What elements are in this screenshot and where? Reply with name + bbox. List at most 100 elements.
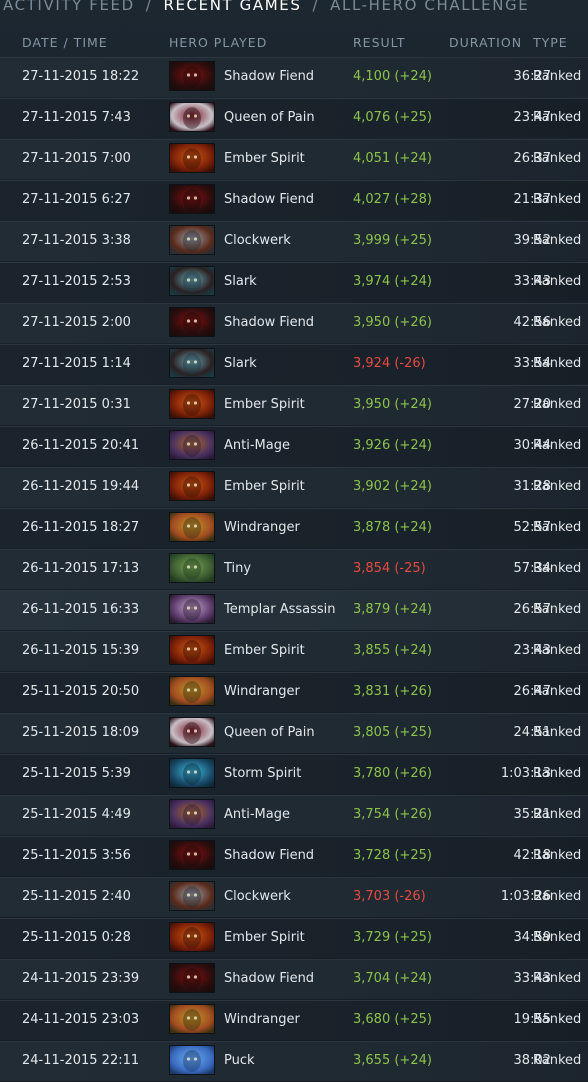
hero-name: Queen of Pain: [224, 725, 315, 740]
hero-name: Ember Spirit: [224, 397, 305, 412]
table-row[interactable]: 26-11-2015 16:33 Templar Assassin 3,879 (+…: [0, 590, 588, 630]
match-type: Ranked: [533, 848, 582, 863]
match-type: Ranked: [533, 151, 582, 166]
table-row[interactable]: 27-11-2015 0:31 Ember Spirit 3,950 (+24) 27…: [0, 385, 588, 425]
match-type: Ranked: [533, 274, 582, 289]
table-row[interactable]: 24-11-2015 23:39 Shadow Fiend 3,704 (+24) 3…: [0, 959, 588, 999]
match-date: 25-11-2015 5:39: [22, 766, 131, 781]
hero-name: Ember Spirit: [224, 151, 305, 166]
match-result: 3,704 (+24): [353, 971, 432, 986]
storm-spirit-portrait: [169, 758, 215, 788]
match-date: 24-11-2015 23:39: [22, 971, 140, 986]
table-row[interactable]: 26-11-2015 19:44 Ember Spirit 3,902 (+24) 3…: [0, 467, 588, 507]
table-row[interactable]: 26-11-2015 15:39 Ember Spirit 3,855 (+24) 2…: [0, 631, 588, 671]
match-type: Ranked: [533, 110, 582, 125]
table-row[interactable]: 27-11-2015 2:00 Shadow Fiend 3,950 (+26) 42…: [0, 303, 588, 343]
tab-activity-feed[interactable]: ACTIVITY FEED: [3, 0, 135, 13]
slark-portrait: [169, 348, 215, 378]
match-date: 26-11-2015 17:13: [22, 561, 140, 576]
tab-all-hero-challenge[interactable]: ALL-HERO CHALLENGE: [330, 0, 529, 13]
match-type: Ranked: [533, 725, 582, 740]
table-row[interactable]: 25-11-2015 5:39 Storm Spirit 3,780 (+26) 1:…: [0, 754, 588, 794]
tab-recent-games[interactable]: RECENT GAMES: [163, 0, 301, 13]
hero-name: Shadow Fiend: [224, 69, 315, 84]
match-type: Ranked: [533, 233, 582, 248]
table-row[interactable]: 25-11-2015 0:28 Ember Spirit 3,729 (+25) 34…: [0, 918, 588, 958]
table-row[interactable]: 24-11-2015 22:11 Puck 3,655 (+24) 38:02 Rank…: [0, 1041, 588, 1081]
match-date: 25-11-2015 0:28: [22, 930, 131, 945]
queen-of-pain-portrait: [169, 717, 215, 747]
table-row[interactable]: 27-11-2015 6:27 Shadow Fiend 4,027 (+28) 21…: [0, 180, 588, 220]
table-row[interactable]: 26-11-2015 20:41 Anti-Mage 3,926 (+24) 30:4…: [0, 426, 588, 466]
row-divider: [0, 262, 588, 263]
table-row[interactable]: 25-11-2015 18:09 Queen of Pain 3,805 (+25)…: [0, 713, 588, 753]
hero-name: Puck: [224, 1053, 255, 1068]
table-row[interactable]: 27-11-2015 18:22 Shadow Fiend 4,100 (+24) 3…: [0, 57, 588, 97]
table-row[interactable]: 24-11-2015 23:03 Windranger 3,680 (+25) 19:…: [0, 1000, 588, 1040]
table-header: DATE / TIME HERO PLAYED RESULT DURATION …: [0, 31, 588, 55]
table-row[interactable]: 25-11-2015 2:40 Clockwerk 3,703 (-26) 1:03:…: [0, 877, 588, 917]
ember-spirit-portrait: [169, 922, 215, 952]
anti-mage-portrait: [169, 430, 215, 460]
row-divider: [0, 57, 588, 58]
table-row[interactable]: 26-11-2015 18:27 Windranger 3,878 (+24) 52:…: [0, 508, 588, 548]
match-date: 24-11-2015 22:11: [22, 1053, 140, 1068]
column-header-duration[interactable]: DURATION: [449, 35, 522, 50]
match-result: 3,950 (+24): [353, 397, 432, 412]
match-result: 3,878 (+24): [353, 520, 432, 535]
shadow-fiend-portrait: [169, 307, 215, 337]
hero-name: Clockwerk: [224, 233, 291, 248]
match-date: 25-11-2015 2:40: [22, 889, 131, 904]
hero-name: Ember Spirit: [224, 479, 305, 494]
column-header-date[interactable]: DATE / TIME: [22, 35, 108, 50]
row-divider: [0, 754, 588, 755]
match-type: Ranked: [533, 397, 582, 412]
hero-name: Anti-Mage: [224, 438, 290, 453]
match-type: Ranked: [533, 1012, 582, 1027]
match-type: Ranked: [533, 971, 582, 986]
row-divider: [0, 385, 588, 386]
match-date: 27-11-2015 7:43: [22, 110, 131, 125]
row-divider: [0, 221, 588, 222]
match-type: Ranked: [533, 438, 582, 453]
shadow-fiend-portrait: [169, 184, 215, 214]
match-date: 24-11-2015 23:03: [22, 1012, 140, 1027]
match-date: 25-11-2015 3:56: [22, 848, 131, 863]
hero-name: Anti-Mage: [224, 807, 290, 822]
row-divider: [0, 344, 588, 345]
table-row[interactable]: 25-11-2015 3:56 Shadow Fiend 3,728 (+25) 42…: [0, 836, 588, 876]
match-date: 26-11-2015 15:39: [22, 643, 140, 658]
windranger-portrait: [169, 676, 215, 706]
table-row[interactable]: 25-11-2015 4:49 Anti-Mage 3,754 (+26) 35:21…: [0, 795, 588, 835]
row-divider: [0, 549, 588, 550]
row-divider: [0, 426, 588, 427]
windranger-portrait: [169, 1004, 215, 1034]
column-header-type[interactable]: TYPE: [533, 35, 568, 50]
templar-assassin-portrait: [169, 594, 215, 624]
ember-spirit-portrait: [169, 471, 215, 501]
row-divider: [0, 590, 588, 591]
match-result: 4,027 (+28): [353, 192, 432, 207]
match-type: Ranked: [533, 479, 582, 494]
table-row[interactable]: 25-11-2015 20:50 Windranger 3,831 (+26) 26:…: [0, 672, 588, 712]
table-row[interactable]: 27-11-2015 7:43 Queen of Pain 4,076 (+25) 2…: [0, 98, 588, 138]
tab-separator: /: [145, 0, 153, 14]
row-divider: [0, 303, 588, 304]
slark-portrait: [169, 266, 215, 296]
table-row[interactable]: 27-11-2015 7:00 Ember Spirit 4,051 (+24) 26…: [0, 139, 588, 179]
match-result: 3,999 (+25): [353, 233, 432, 248]
match-type: Ranked: [533, 356, 582, 371]
table-row[interactable]: 27-11-2015 2:53 Slark 3,974 (+24) 33:43 Rank…: [0, 262, 588, 302]
match-type: Ranked: [533, 643, 582, 658]
match-date: 27-11-2015 6:27: [22, 192, 131, 207]
match-type: Ranked: [533, 1053, 582, 1068]
row-divider: [0, 1041, 588, 1042]
table-row[interactable]: 27-11-2015 1:14 Slark 3,924 (-26) 33:54 Rank…: [0, 344, 588, 384]
match-result: 3,974 (+24): [353, 274, 432, 289]
column-header-hero[interactable]: HERO PLAYED: [169, 35, 267, 50]
table-row[interactable]: 26-11-2015 17:13 Tiny 3,854 (-25) 57:34 Rank…: [0, 549, 588, 589]
match-date: 26-11-2015 16:33: [22, 602, 140, 617]
column-header-result[interactable]: RESULT: [353, 35, 406, 50]
hero-name: Tiny: [224, 561, 252, 576]
table-row[interactable]: 27-11-2015 3:38 Clockwerk 3,999 (+25) 39:52…: [0, 221, 588, 261]
